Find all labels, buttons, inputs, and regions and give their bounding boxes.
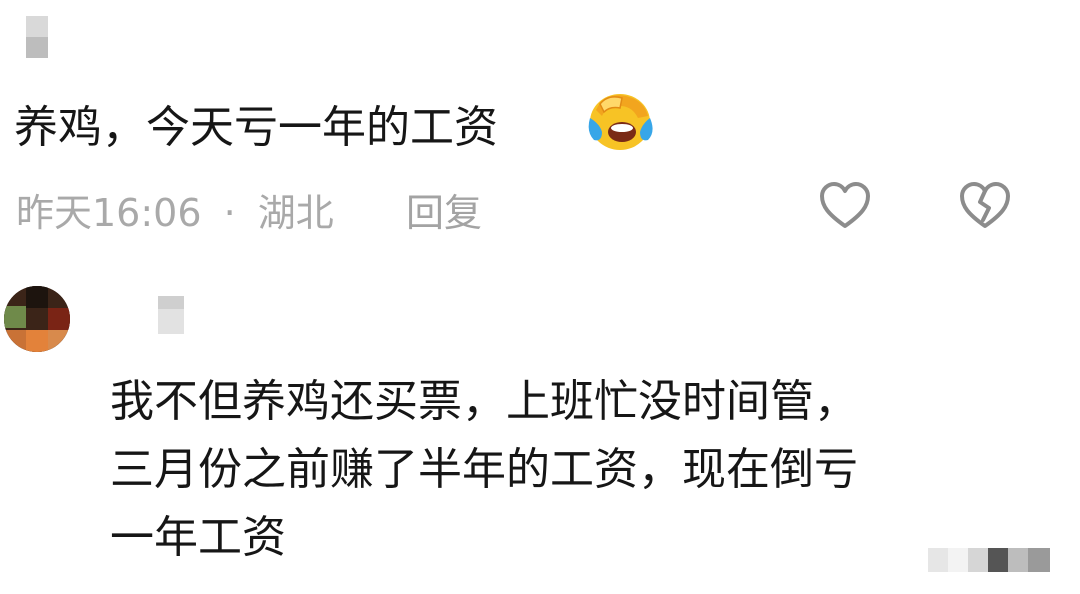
comment-line: 三月份之前赚了半年的工资，现在倒亏 bbox=[110, 444, 858, 495]
dislike-button[interactable] bbox=[958, 180, 1012, 230]
username-blurred-1[interactable] bbox=[26, 16, 48, 58]
heart-icon bbox=[818, 182, 872, 234]
mosaic-block bbox=[1008, 548, 1028, 572]
reply-comment-text: 我不但养鸡还买票，上班忙没时间管， 三月份之前赚了半年的工资，现在倒亏 一年工资 bbox=[110, 368, 858, 572]
mosaic-block bbox=[158, 296, 184, 309]
comment-text: 养鸡，今天亏一年的工资 bbox=[14, 96, 498, 160]
broken-heart-icon bbox=[958, 182, 1012, 234]
mosaic-block bbox=[928, 548, 948, 572]
comment-meta: 昨天16:06 · 湖北 bbox=[16, 182, 334, 237]
avatar[interactable] bbox=[4, 286, 70, 352]
meta-separator: · bbox=[223, 191, 236, 235]
watermark bbox=[928, 548, 1058, 572]
mosaic-block bbox=[968, 548, 988, 572]
mosaic-block bbox=[26, 37, 48, 58]
comment-body: 养鸡，今天亏一年的工资 bbox=[14, 102, 498, 153]
reply-button[interactable]: 回复 bbox=[406, 182, 482, 237]
face-palm-crying-emoji bbox=[586, 88, 656, 152]
mosaic-block bbox=[1028, 548, 1050, 572]
mosaic-block bbox=[948, 548, 968, 572]
timestamp: 昨天16:06 bbox=[16, 191, 202, 235]
mosaic-block bbox=[988, 548, 1008, 572]
mosaic-block bbox=[26, 16, 48, 37]
comment-line: 我不但养鸡还买票，上班忙没时间管， bbox=[110, 376, 858, 427]
like-button[interactable] bbox=[818, 180, 872, 230]
mosaic-block bbox=[158, 308, 184, 334]
username-blurred-2[interactable] bbox=[158, 296, 184, 334]
location: 湖北 bbox=[257, 191, 334, 235]
comment-line: 一年工资 bbox=[110, 512, 286, 563]
